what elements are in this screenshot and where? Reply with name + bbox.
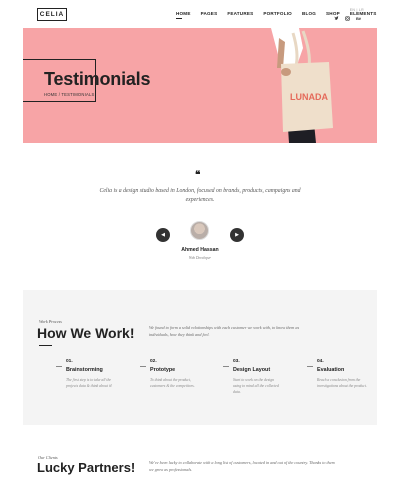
- step-text: Start to work on the design using to min…: [233, 378, 279, 394]
- step-item: 04. Evaluation Reach a conclusion from t…: [307, 359, 377, 389]
- avatar: [190, 221, 209, 240]
- step-item: 03. Design Layout Start to work on the d…: [223, 359, 293, 395]
- testimonial-author: Ahmed Hassan: [181, 247, 219, 253]
- step-dash: [223, 366, 229, 367]
- twitter-icon[interactable]: [334, 16, 339, 23]
- section-description: We've been lucky to collaborate with a l…: [149, 460, 335, 472]
- instagram-icon[interactable]: [345, 16, 350, 23]
- nav-pages[interactable]: PAGES: [201, 11, 218, 16]
- section-title: How We Work!: [37, 325, 135, 341]
- section-kicker: Work Process: [39, 319, 62, 324]
- behance-icon[interactable]: Bē: [356, 16, 362, 23]
- nav-home[interactable]: HOME: [176, 11, 191, 19]
- step-dash: [56, 366, 62, 367]
- step-number: 04.: [317, 359, 324, 364]
- step-item: 02. Prototype To think about the product…: [140, 359, 210, 389]
- work-process-section: Work Process How We Work! We found to fo…: [23, 290, 377, 425]
- step-text: Reach a conclusion from the investigatio…: [317, 378, 367, 388]
- step-dash: [307, 366, 313, 367]
- language-switcher[interactable]: EN | LR: [350, 8, 364, 12]
- person-with-tote-bag-image: LUNADA: [271, 28, 333, 143]
- svg-text:LUNADA: LUNADA: [290, 92, 328, 102]
- step-dash: [140, 366, 146, 367]
- quote-icon: ❝: [195, 170, 201, 181]
- nav-features[interactable]: FEATURES: [227, 11, 253, 16]
- site-header: CELIA HOME PAGES FEATURES PORTFOLIO BLOG…: [0, 0, 400, 28]
- step-title: Design Layout: [233, 367, 271, 373]
- step-number: 03.: [233, 359, 240, 364]
- prev-arrow-button[interactable]: ◀: [156, 228, 170, 242]
- title-underline: [39, 345, 52, 346]
- hero-banner: Testimonials HOME / TESTIMONIALS LUNADA: [23, 28, 377, 143]
- step-title: Prototype: [150, 367, 176, 373]
- step-number: 01.: [66, 359, 73, 364]
- section-description: We found to form a solid relationships w…: [149, 325, 300, 337]
- step-title: Evaluation: [317, 367, 345, 373]
- section-title: Lucky Partners!: [37, 460, 136, 475]
- page-title: Testimonials: [44, 69, 151, 89]
- testimonial-text: Celia is a design studio based in London…: [99, 188, 301, 203]
- next-arrow-button[interactable]: ▶: [230, 228, 244, 242]
- step-item: 01. Brainstorming The first step is to t…: [56, 359, 126, 389]
- svg-text:Bē: Bē: [356, 16, 362, 21]
- breadcrumb[interactable]: HOME / TESTIMONIALS: [44, 92, 95, 97]
- nav-blog[interactable]: BLOG: [302, 11, 316, 16]
- testimonial-role: Web Developer: [189, 256, 211, 260]
- step-number: 02.: [150, 359, 157, 364]
- step-text: To think about the product, customers & …: [150, 378, 195, 388]
- logo[interactable]: CELIA: [37, 8, 67, 21]
- nav-portfolio[interactable]: PORTFOLIO: [263, 11, 292, 16]
- step-title: Brainstorming: [66, 367, 103, 373]
- social-links: Bē: [334, 16, 362, 23]
- step-text: The first step is to take all the projec…: [66, 378, 113, 388]
